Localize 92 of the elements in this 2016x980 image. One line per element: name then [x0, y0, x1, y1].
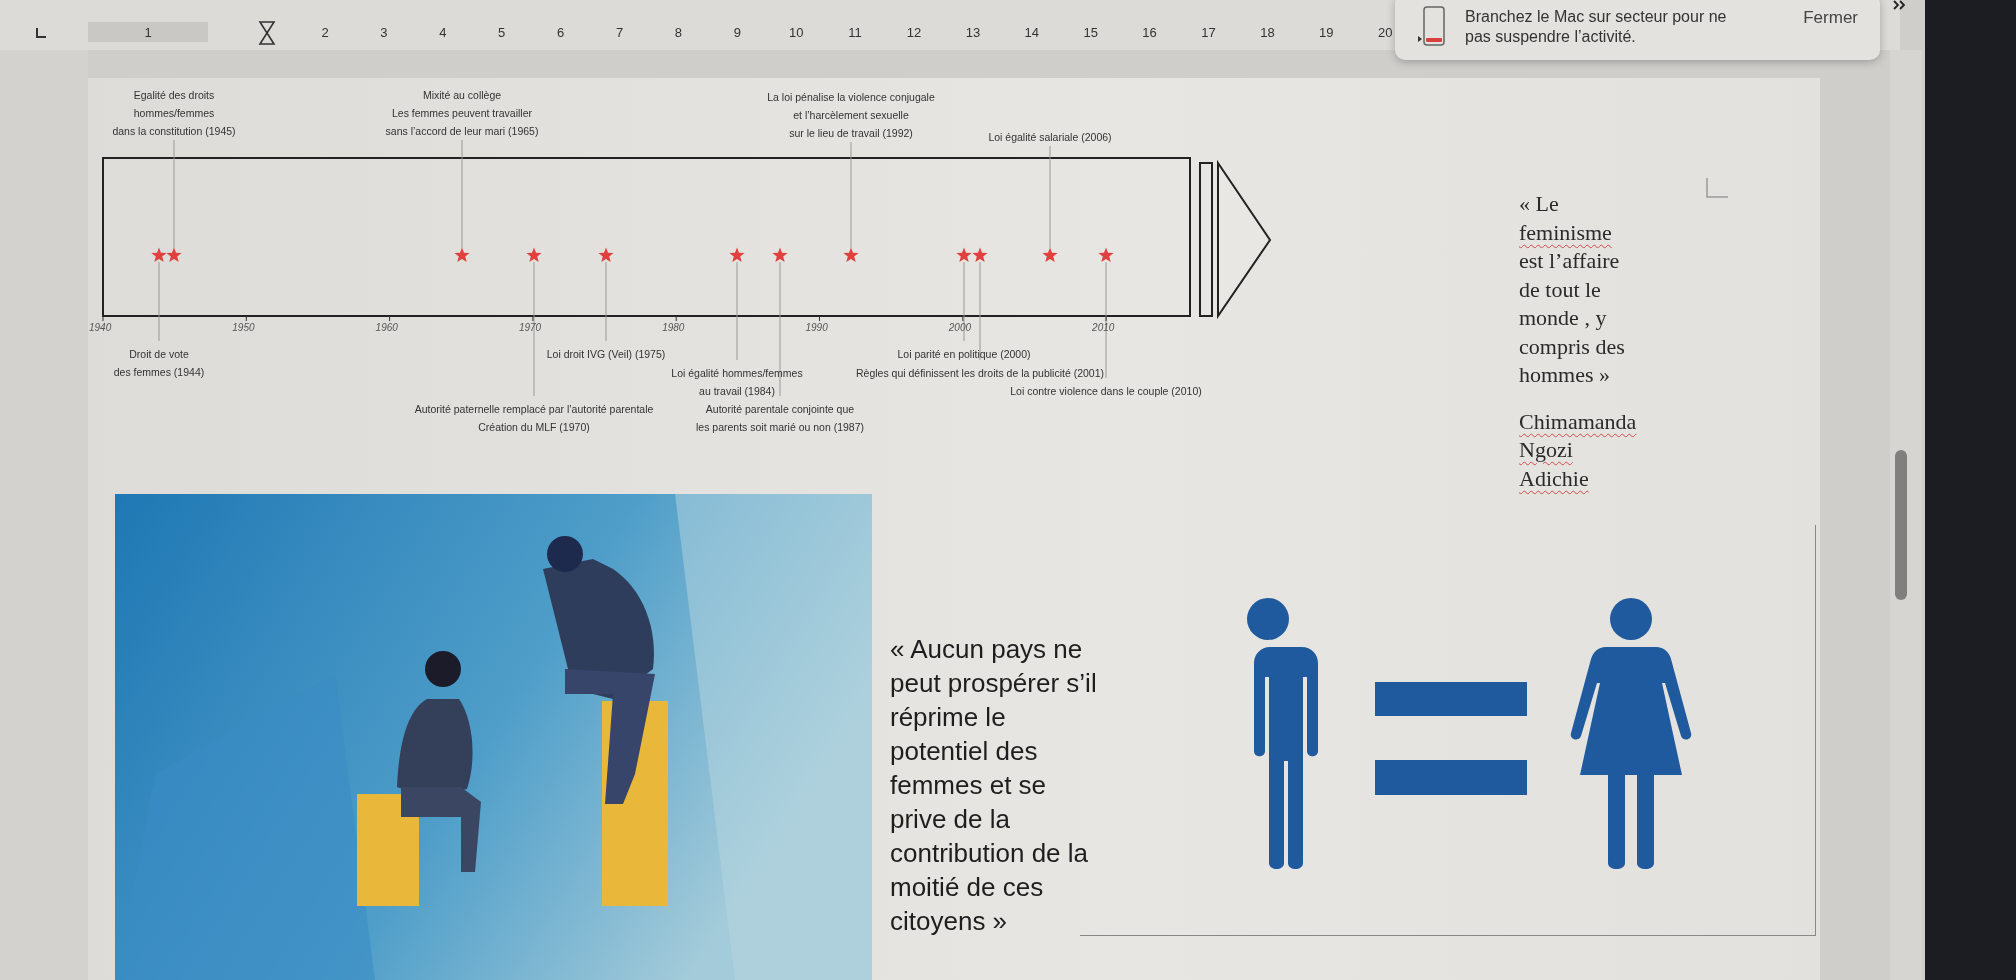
event-label: hommes/femmes [133, 106, 215, 121]
axis-label: 1950 [232, 322, 255, 333]
quote-text: « Le [1519, 190, 1559, 218]
ruler-number: 12 [906, 25, 922, 40]
low-battery-icon [1415, 6, 1445, 48]
event-label: les parents soit marié ou non (1987) [695, 420, 865, 435]
axis-label: 1970 [518, 322, 542, 333]
author-name: Adichie [1519, 464, 1589, 493]
event-label: Règles qui définissent les droits de la publicité (2001) [855, 366, 1105, 381]
event-label: dans la constitution (1945) [112, 124, 236, 139]
ruler-number: 8 [674, 25, 682, 40]
ruler-number: 14 [1024, 25, 1040, 40]
notification-text: pas suspendre l’activité. [1465, 27, 1637, 47]
event-label: Loi droit IVG (Veil) (1975) [546, 347, 666, 362]
star-icon [453, 246, 471, 264]
event-label: Loi parité en politique (2000) [897, 347, 1031, 362]
event-label: Loi contre violence dans le couple (2010) [1010, 384, 1202, 399]
notification-text: Branchez le Mac sur secteur pour ne [1465, 7, 1728, 27]
axis-label: 2010 [1092, 322, 1115, 333]
ruler-number: 5 [498, 25, 506, 40]
quote-text: contribution de la [890, 837, 1089, 870]
quote-text: potentiel des [890, 735, 1038, 768]
star-icon [971, 246, 989, 264]
event-label: sur le lieu de travail (1992) [789, 126, 913, 141]
ruler-number: 10 [788, 25, 804, 40]
star-icon [165, 246, 183, 264]
star-icon [1097, 246, 1115, 264]
margin-marker-icon[interactable] [258, 20, 276, 46]
axis-label: 1960 [375, 322, 398, 333]
event-label: Loi égalité salariale (2006) [988, 130, 1112, 145]
star-icon [728, 246, 746, 264]
event-label: Mixité au collège [422, 88, 502, 103]
quote-text: réprime le [890, 701, 1006, 734]
star-icon [955, 246, 973, 264]
quote-text: femmes et se [890, 769, 1047, 802]
ruler-number: 18 [1260, 25, 1275, 40]
ruler-number: 11 [848, 25, 862, 40]
event-label: Autorité parentale conjointe que [705, 402, 855, 417]
quote-text: monde , y [1519, 304, 1607, 332]
quote-text: « Aucun pays ne [890, 633, 1083, 666]
event-label: Loi égalité hommes/femmes [671, 366, 803, 381]
event-label: Création du MLF (1970) [478, 420, 590, 435]
event-label: et l’harcèlement sexuelle [793, 108, 909, 123]
quote-text: citoyens » [890, 905, 1008, 938]
ruler-number: 13 [965, 25, 981, 40]
star-icon [525, 246, 543, 264]
event-label: au travail (1984) [699, 384, 775, 399]
ruler-number: 4 [439, 25, 447, 40]
ruler-number: 17 [1201, 25, 1216, 40]
author-name: Chimamanda [1519, 407, 1637, 436]
scrollbar-thumb[interactable] [1895, 450, 1907, 600]
ruler-number: 9 [733, 25, 741, 40]
star-icon [842, 246, 860, 264]
star-icon [150, 246, 168, 264]
ruler-number: 19 [1319, 25, 1334, 40]
ruler-number: 16 [1142, 25, 1157, 40]
chevron-icon[interactable] [1893, 0, 1907, 10]
quote-text: de tout le [1519, 275, 1601, 304]
quote-text: prive de la [890, 803, 1010, 836]
quote-text: compris des [1519, 332, 1625, 361]
ruler-number: 20 [1377, 25, 1393, 40]
corner-mark-icon [1706, 178, 1728, 198]
event-label: La loi pénalise la violence conjugale [767, 90, 935, 105]
close-button[interactable]: Fermer [1803, 8, 1858, 28]
axis-label: 1940 [89, 322, 112, 333]
event-label: Les femmes peuvent travailler [391, 106, 533, 121]
ruler-number: 6 [557, 25, 565, 40]
event-label: Droit de vote [129, 347, 189, 362]
event-label: sans l’accord de leur mari (1965) [385, 124, 539, 139]
ruler-number: 7 [615, 25, 624, 40]
ruler-number: 1 [144, 25, 152, 40]
ruler-number: 15 [1083, 25, 1098, 40]
event-label: Egalité des droits [133, 88, 215, 103]
quote-text: moitié de ces [890, 871, 1044, 904]
star-icon [597, 246, 615, 264]
event-label: des femmes (1944) [113, 365, 205, 380]
woman-icon [1570, 597, 1692, 869]
quote-text: hommes » [1519, 361, 1611, 389]
axis-label: 1990 [805, 322, 828, 333]
axis-label: 1980 [662, 322, 685, 333]
equals-icon [1375, 682, 1527, 796]
star-icon [771, 246, 789, 264]
ruler-number: 3 [380, 25, 388, 40]
quote-text: est l’affaire [1519, 247, 1620, 275]
tab-stop-icon[interactable] [36, 28, 46, 38]
axis-label: 2000 [948, 322, 972, 333]
author-name: Ngozi [1519, 436, 1573, 464]
event-label: Autorité paternelle remplacé par l’autorité parentale [414, 402, 654, 417]
star-icon [1041, 246, 1059, 264]
quote-text: peut prospérer s’il [890, 667, 1097, 700]
ruler-number: 2 [321, 25, 329, 40]
quote-text: feminisme [1519, 218, 1612, 247]
